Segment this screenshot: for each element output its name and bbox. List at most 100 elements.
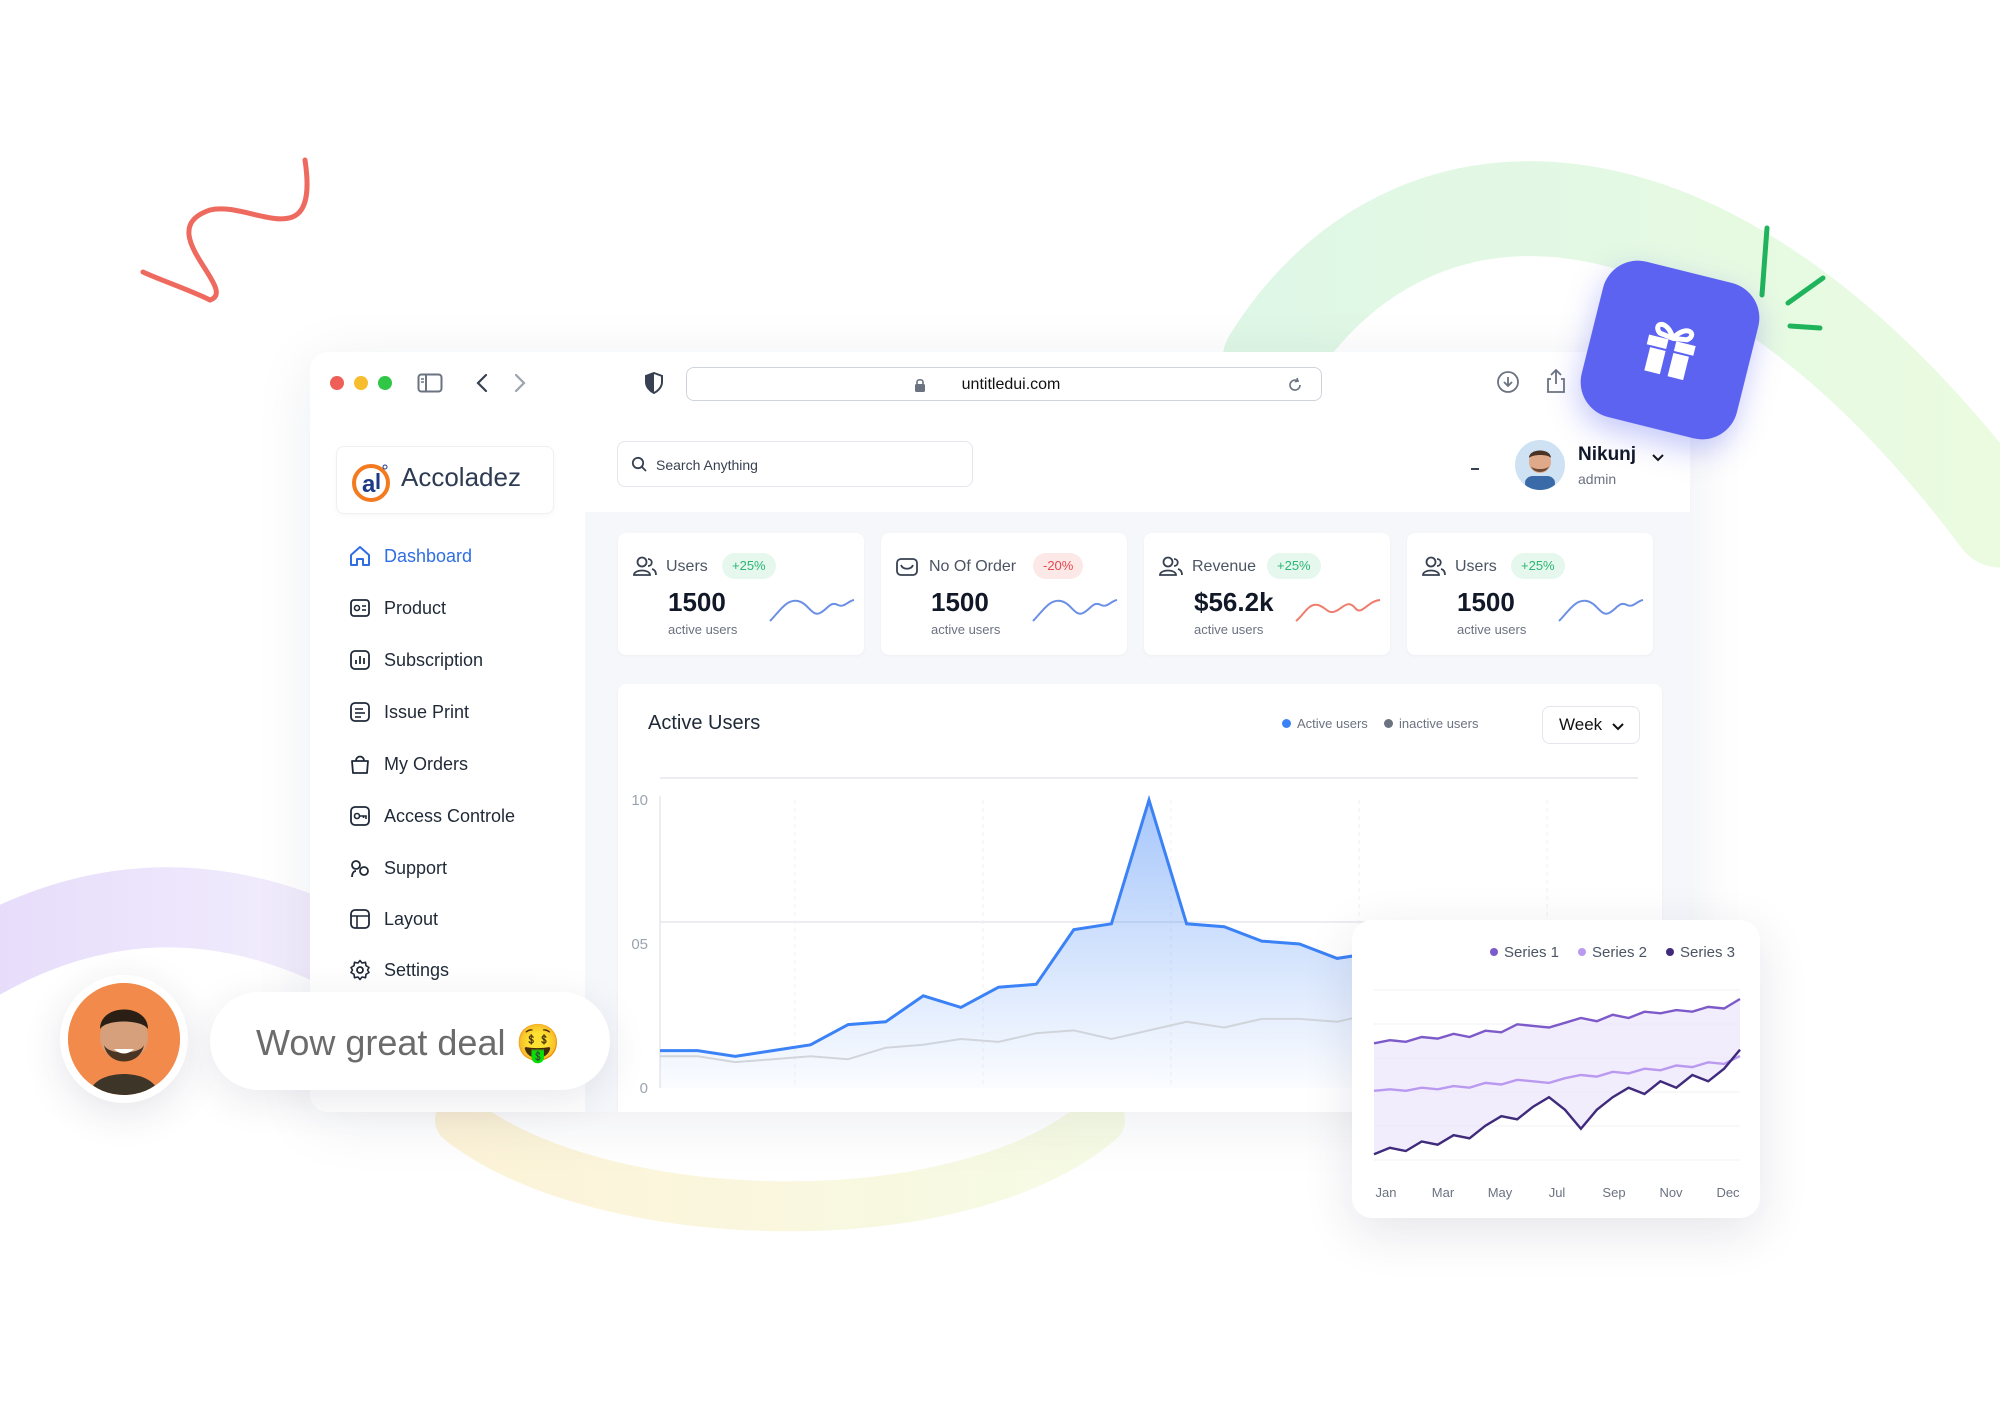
stat-card-users[interactable]: Users +25% 1500 active users: [618, 533, 864, 655]
y-tick-label: 05: [631, 936, 648, 953]
share-icon[interactable]: [1542, 366, 1570, 396]
layout-icon: [348, 907, 372, 931]
minimize-window-button[interactable]: [354, 376, 368, 390]
x-tick-label: Sep: [1602, 1185, 1625, 1200]
brand-logo[interactable]: a Accoladez: [336, 446, 554, 514]
browser-toolbar: untitledui.com: [310, 352, 1690, 416]
maximize-window-button[interactable]: [378, 376, 392, 390]
trend-badge: +25%: [722, 553, 776, 579]
sparkline: [1558, 599, 1644, 622]
x-tick-label: Mar: [1432, 1185, 1455, 1200]
gear-icon: [348, 958, 372, 982]
sidebar-item-label: Product: [384, 597, 447, 618]
stat-label: Revenue: [1192, 558, 1257, 575]
address-bar[interactable]: untitledui.com: [686, 367, 1322, 401]
svg-text:a: a: [362, 471, 376, 498]
sidebar-item-my-orders[interactable]: My Orders: [348, 748, 568, 780]
stat-value: $56.2k: [1194, 587, 1274, 617]
legend-dot: [1490, 948, 1498, 956]
yellow-arc: [435, 1095, 1125, 1232]
back-arrow-icon[interactable]: [470, 370, 494, 396]
series-band: [1374, 999, 1740, 1155]
sidebar-item-subscription[interactable]: Subscription: [348, 644, 568, 676]
logo-icon: a: [349, 459, 393, 508]
stat-label: Users: [666, 558, 708, 575]
stat-subtitle: active users: [1194, 622, 1264, 637]
x-tick-label: Jan: [1376, 1185, 1397, 1200]
stat-value: 1500: [1457, 587, 1515, 617]
x-tick-label: Nov: [1659, 1185, 1683, 1200]
user-name: Nikunj: [1578, 444, 1637, 465]
sidebar-item-issue-print[interactable]: Issue Print: [348, 696, 568, 728]
sidebar-item-label: My Orders: [384, 753, 469, 774]
chat-message: Wow great deal 🤑: [256, 1022, 561, 1063]
sidebar-item-support[interactable]: Support: [348, 852, 568, 884]
avatar: [68, 983, 180, 1095]
forward-arrow-icon[interactable]: [508, 370, 532, 396]
chat-bubble: Wow great deal 🤑: [210, 992, 610, 1090]
top-header: Search Anything Nikunj admin: [585, 416, 1690, 512]
x-tick-label: Mon: [749, 1111, 780, 1112]
reload-icon[interactable]: [1285, 375, 1305, 395]
download-icon[interactable]: [1494, 368, 1522, 396]
y-tick-label: 0: [640, 1080, 648, 1097]
users-icon: [1158, 555, 1184, 584]
product-icon: [348, 596, 372, 620]
legend-label: Series 3: [1680, 944, 1735, 961]
bag-icon: [348, 752, 372, 776]
sidebar-item-label: Settings: [384, 959, 450, 980]
trend-badge: +25%: [1267, 553, 1321, 579]
x-tick-label: Jul: [1549, 1185, 1566, 1200]
gift-icon: [1628, 307, 1712, 394]
sidebar-item-settings[interactable]: Settings: [348, 954, 568, 986]
sidebar-item-label: Support: [384, 857, 448, 878]
sidebar-item-label: Access Controle: [384, 805, 516, 826]
sidebar-toggle-icon[interactable]: [416, 370, 444, 396]
shield-icon[interactable]: [642, 370, 666, 396]
stat-card-users-2[interactable]: Users +25% 1500 active users: [1407, 533, 1653, 655]
sidebar-item-label: Subscription: [384, 649, 484, 670]
series-line-chart: Series 1 Series 2 Series 3 Jan Mar May Jul Sep N…: [1373, 944, 1741, 1200]
avatar: [1515, 440, 1565, 490]
sidebar-item-access-controle[interactable]: Access Controle: [348, 800, 568, 832]
stat-card-orders[interactable]: No Of Order -20% 1500 active users: [881, 533, 1127, 655]
stat-value: 1500: [668, 587, 726, 617]
chevron-down-icon: [1651, 450, 1665, 468]
user-menu[interactable]: Nikunj admin: [1515, 438, 1675, 492]
divider-dash: [1471, 468, 1479, 470]
users-icon: [1421, 555, 1447, 584]
sidebar-item-layout[interactable]: Layout: [348, 903, 568, 935]
trend-badge: +25%: [1511, 553, 1565, 579]
x-tick-label: Dec: [1716, 1185, 1740, 1200]
headset-icon: [348, 856, 372, 880]
search-input[interactable]: Search Anything: [617, 441, 973, 487]
x-tick-label: Tue: [939, 1111, 966, 1112]
chart-bar-icon: [348, 648, 372, 672]
search-placeholder: Search Anything: [656, 457, 758, 473]
sparkline: [769, 599, 855, 622]
trend-badge: -20%: [1033, 553, 1084, 579]
legend-dot: [1578, 948, 1586, 956]
document-icon: [348, 700, 372, 724]
inbox-icon: [895, 555, 919, 584]
search-icon: [630, 455, 648, 473]
sparkline: [1032, 599, 1118, 622]
x-tick-label: May: [1488, 1185, 1513, 1200]
stat-label: No Of Order: [929, 558, 1017, 575]
sidebar-item-dashboard[interactable]: Dashboard: [348, 540, 568, 572]
stat-subtitle: active users: [931, 622, 1001, 637]
stat-card-revenue[interactable]: Revenue +25% $56.2k active users: [1144, 533, 1390, 655]
close-window-button[interactable]: [330, 376, 344, 390]
user-role: admin: [1578, 471, 1617, 487]
home-icon: [348, 544, 372, 568]
x-tick-label: Thr: [1317, 1111, 1342, 1112]
stat-subtitle: active users: [668, 622, 738, 637]
legend-label: Series 2: [1592, 944, 1647, 961]
stat-value: 1500: [931, 587, 989, 617]
legend-label: Series 1: [1504, 944, 1559, 961]
key-icon: [348, 804, 372, 828]
users-icon: [632, 555, 658, 584]
purple-arc: [0, 867, 400, 1000]
chat-avatar[interactable]: [60, 975, 188, 1103]
sidebar-item-product[interactable]: Product: [348, 592, 568, 624]
